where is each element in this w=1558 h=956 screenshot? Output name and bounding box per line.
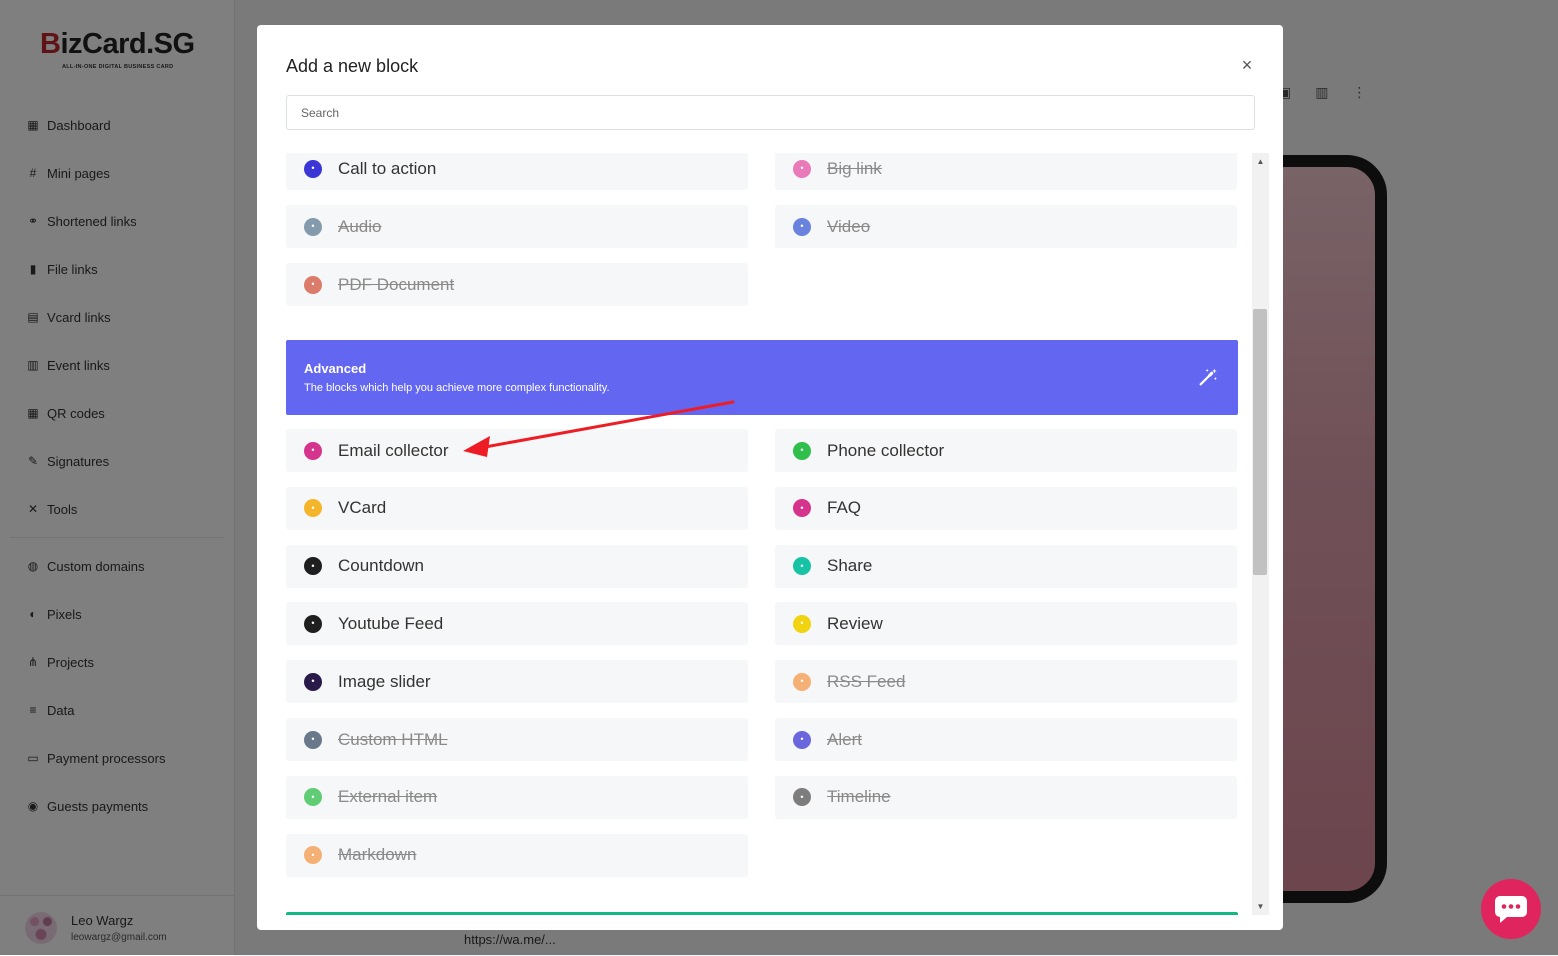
block-label: Custom HTML	[338, 729, 448, 749]
scroll-up-arrow-icon[interactable]: ▲	[1252, 153, 1269, 170]
block-big-link[interactable]: • Big link	[775, 153, 1237, 190]
video-icon: •	[793, 217, 811, 236]
pdf-document-icon: •	[304, 275, 322, 294]
block-image-slider[interactable]: • Image slider	[286, 660, 748, 704]
block-share[interactable]: • Share	[775, 544, 1237, 588]
email-collector-icon: •	[304, 441, 322, 460]
call-to-action-icon: •	[304, 159, 322, 178]
search-input[interactable]	[286, 95, 1255, 130]
timeline-icon: •	[793, 788, 811, 807]
custom-html-icon: •	[304, 730, 322, 749]
magic-wand-icon	[1199, 368, 1217, 386]
block-label: Email collector	[338, 440, 449, 460]
block-youtube-feed[interactable]: • Youtube Feed	[286, 602, 748, 646]
block-label: PDF Document	[338, 274, 455, 294]
block-label: FAQ	[827, 498, 862, 518]
block-external-item[interactable]: • External item	[286, 775, 748, 819]
block-custom-html[interactable]: • Custom HTML	[286, 718, 748, 761]
close-button[interactable]: ×	[1237, 55, 1257, 75]
block-label: Markdown	[338, 845, 417, 865]
markdown-icon: •	[304, 846, 322, 865]
block-rss-feed[interactable]: • RSS Feed	[775, 660, 1237, 704]
block-label: Review	[827, 613, 883, 633]
advanced-description: The blocks which help you achieve more c…	[304, 382, 610, 394]
scroll-thumb[interactable]	[1253, 309, 1267, 575]
block-countdown[interactable]: • Countdown	[286, 544, 748, 588]
external-item-icon: •	[304, 788, 322, 807]
scrollbar[interactable]: ▲ ▼	[1252, 153, 1269, 915]
block-label: Audio	[338, 216, 382, 236]
block-label: Alert	[827, 729, 862, 749]
block-video[interactable]: • Video	[775, 205, 1237, 248]
faq-icon: •	[793, 499, 811, 518]
review-icon: •	[793, 614, 811, 633]
block-label: External item	[338, 787, 438, 807]
countdown-icon: •	[304, 557, 322, 576]
block-faq[interactable]: • FAQ	[775, 486, 1237, 530]
big-link-icon: •	[793, 159, 811, 178]
block-list: Advanced The blocks which help you achie…	[286, 153, 1238, 915]
block-vcard[interactable]: • VCard	[286, 486, 748, 530]
block-label: VCard	[338, 498, 387, 518]
modal-title: Add a new block	[286, 56, 419, 76]
block-label: Phone collector	[827, 440, 945, 460]
block-audio[interactable]: • Audio	[286, 205, 748, 248]
block-label: Countdown	[338, 556, 425, 576]
block-call-to-action[interactable]: • Call to action	[286, 153, 748, 190]
rss-feed-icon: •	[793, 672, 811, 691]
block-review[interactable]: • Review	[775, 602, 1237, 646]
block-label: Call to action	[338, 158, 437, 178]
share-icon: •	[793, 557, 811, 576]
chat-bubble-icon	[1495, 896, 1527, 923]
audio-icon: •	[304, 217, 322, 236]
block-timeline[interactable]: • Timeline	[775, 775, 1237, 819]
block-markdown[interactable]: • Markdown	[286, 833, 748, 877]
block-label: Youtube Feed	[338, 613, 444, 633]
next-section-header	[286, 912, 1238, 915]
block-phone-collector[interactable]: • Phone collector	[775, 429, 1237, 472]
chat-button[interactable]	[1481, 879, 1541, 939]
youtube-feed-icon: •	[304, 614, 322, 633]
block-label: RSS Feed	[827, 671, 906, 691]
block-label: Timeline	[827, 787, 891, 807]
block-label: Big link	[827, 158, 882, 178]
advanced-section-header: Advanced The blocks which help you achie…	[286, 340, 1238, 415]
image-slider-icon: •	[304, 672, 322, 691]
block-label: Image slider	[338, 671, 431, 691]
block-email-collector[interactable]: • Email collector	[286, 429, 748, 472]
scroll-down-arrow-icon[interactable]: ▼	[1252, 898, 1269, 915]
alert-icon: •	[793, 730, 811, 749]
block-label: Share	[827, 556, 873, 576]
block-label: Video	[827, 216, 871, 236]
advanced-title: Advanced	[304, 361, 367, 376]
block-pdf-document[interactable]: • PDF Document	[286, 263, 748, 306]
vcard-icon: •	[304, 499, 322, 518]
phone-collector-icon: •	[793, 441, 811, 460]
add-block-modal: Add a new block × Advanced The blocks wh…	[257, 25, 1283, 930]
block-alert[interactable]: • Alert	[775, 718, 1237, 761]
